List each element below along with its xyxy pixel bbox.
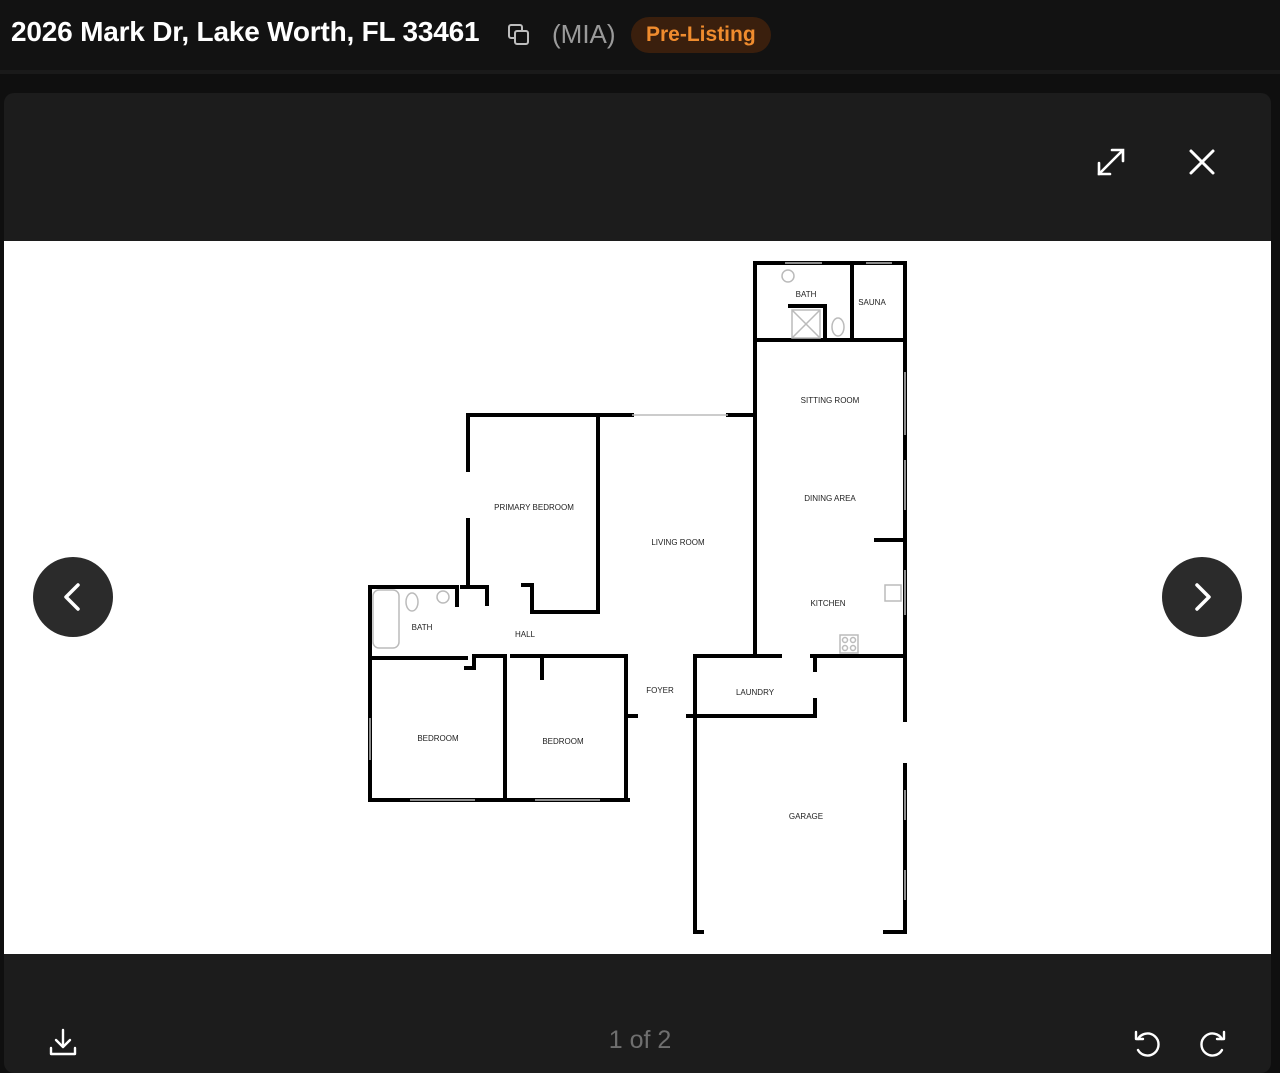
room-labels: BATH SAUNA SITTING ROOM DINING AREA PRIM… [412, 290, 887, 821]
chevron-left-icon [64, 583, 80, 611]
copy-icon[interactable] [506, 22, 532, 48]
rotate-left-icon[interactable] [1130, 1026, 1164, 1060]
room-label: SITTING ROOM [801, 396, 860, 405]
chevron-right-icon [1195, 583, 1211, 611]
room-label: LIVING ROOM [651, 538, 705, 547]
room-label: FOYER [646, 686, 674, 695]
rotate-right-icon[interactable] [1196, 1026, 1230, 1060]
room-label: KITCHEN [810, 599, 845, 608]
status-badge: Pre-Listing [631, 17, 771, 53]
expand-icon[interactable] [1083, 134, 1139, 190]
room-label: DINING AREA [804, 494, 856, 503]
room-label: BEDROOM [417, 734, 459, 743]
room-label: BATH [412, 623, 433, 632]
close-icon[interactable] [1174, 134, 1230, 190]
floorplan-drawing: BATH SAUNA SITTING ROOM DINING AREA PRIM… [368, 261, 907, 934]
market-code: (MIA) [552, 19, 616, 49]
room-label: PRIMARY BEDROOM [494, 503, 574, 512]
room-label: SAUNA [858, 298, 886, 307]
room-label: GARAGE [789, 812, 823, 821]
listing-address: 2026 Mark Dr, Lake Worth, FL 33461 [11, 16, 480, 47]
room-label: LAUNDRY [736, 688, 775, 697]
room-label: BATH [796, 290, 817, 299]
download-icon[interactable] [46, 1026, 80, 1060]
header-divider [0, 70, 1280, 74]
room-label: HALL [515, 630, 536, 639]
room-label: BEDROOM [542, 737, 584, 746]
next-photo-button[interactable] [1162, 557, 1242, 637]
photo-counter: 1 of 2 [608, 1026, 672, 1054]
previous-photo-button[interactable] [33, 557, 113, 637]
listing-header: 2026 Mark Dr, Lake Worth, FL 33461 (MIA)… [0, 0, 1280, 70]
floorplan-image: BATH SAUNA SITTING ROOM DINING AREA PRIM… [4, 241, 1271, 954]
